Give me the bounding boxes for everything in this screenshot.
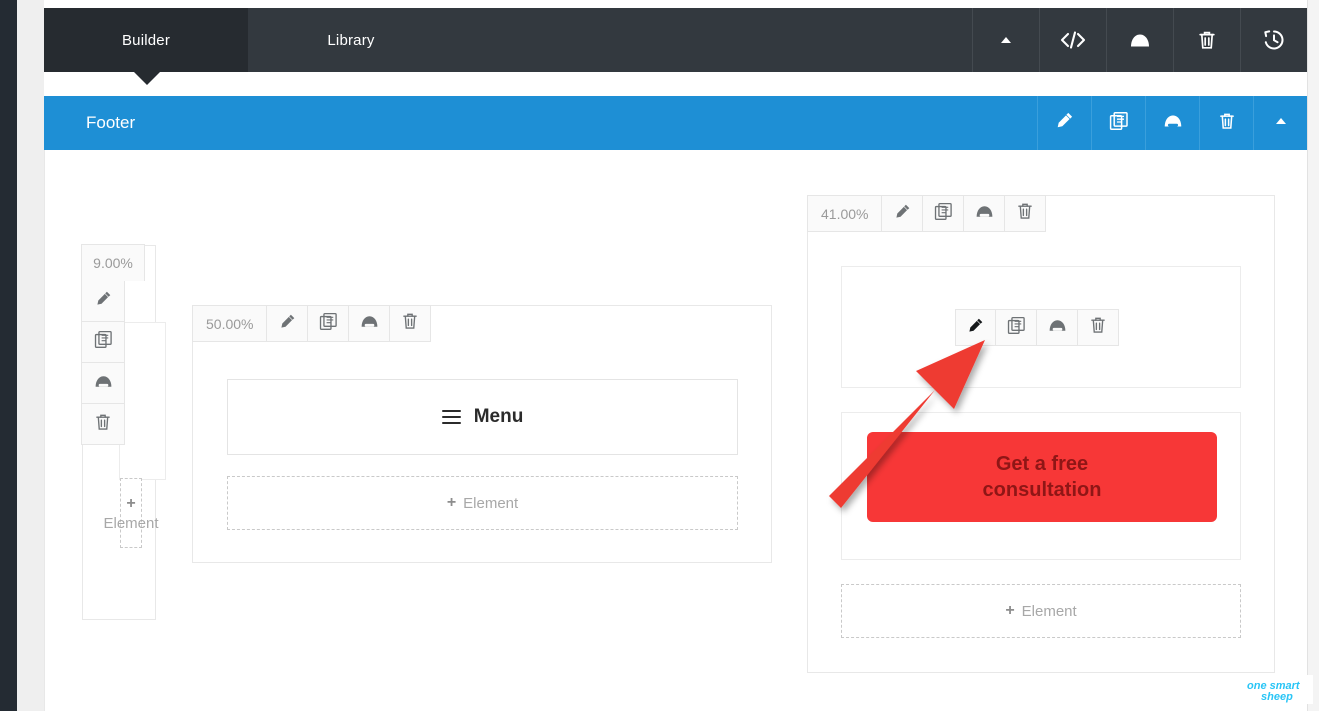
collapse-icon [998, 32, 1014, 48]
trash-icon [401, 311, 419, 336]
column-middle-controls: 50.00% [192, 305, 432, 342]
pencil-icon [894, 203, 911, 225]
section-delete-button[interactable] [1199, 96, 1253, 150]
section-footer-bar: Footer [44, 96, 1307, 150]
column-right-duplicate-button[interactable] [923, 195, 965, 232]
duplicate-icon [94, 330, 113, 354]
app-left-rail [0, 0, 17, 711]
pencil-icon [1055, 111, 1074, 135]
plus-icon: + [1005, 602, 1015, 619]
trash-icon [1016, 201, 1034, 226]
cta-text: Get a free consultation [983, 451, 1102, 503]
column-left-duplicate-button[interactable] [81, 322, 125, 363]
code-icon [1060, 30, 1086, 50]
element-edit-button[interactable] [955, 309, 996, 346]
column-right-add-element[interactable]: + Element [841, 584, 1241, 638]
duplicate-icon [934, 202, 953, 226]
builder-tabbar: Builder Library [44, 8, 1307, 72]
column-left-edit-button[interactable] [81, 281, 125, 322]
collapse-icon [1273, 113, 1289, 134]
column-right-edit-button[interactable] [882, 195, 924, 232]
add-element-label: Element [103, 514, 159, 532]
column-right-save-button[interactable] [964, 195, 1006, 232]
pencil-icon [95, 290, 112, 312]
canvas-left-gutter [17, 0, 44, 711]
column-left-save-button[interactable] [81, 363, 125, 404]
tab-library[interactable]: Library [248, 8, 454, 72]
save-icon [1047, 317, 1068, 338]
trash-icon [1218, 111, 1236, 136]
tab-builder-label: Builder [121, 31, 171, 49]
add-element-label: Element [1021, 602, 1077, 620]
element-duplicate-button[interactable] [996, 309, 1037, 346]
cta-button[interactable]: Get a free consultation [867, 432, 1217, 522]
pencil-icon [279, 313, 296, 335]
delete-button[interactable] [1173, 8, 1240, 72]
hamburger-icon [441, 406, 461, 427]
canvas-right-gutter [1307, 0, 1319, 711]
duplicate-icon [319, 312, 338, 336]
plus-icon: + [446, 494, 457, 511]
section-edit-button[interactable] [1037, 96, 1091, 150]
save-icon [359, 313, 380, 334]
section-duplicate-button[interactable] [1091, 96, 1145, 150]
save-icon [93, 373, 114, 394]
save-icon [974, 203, 995, 224]
trash-icon [1089, 315, 1107, 340]
app-toolbar [972, 8, 1307, 72]
column-middle-save-button[interactable] [349, 305, 391, 342]
cta-line-1: Get a free [995, 453, 1089, 475]
column-middle-delete-button[interactable] [390, 305, 432, 342]
pencil-icon [967, 317, 984, 339]
duplicate-icon [1007, 316, 1026, 340]
active-tab-pointer [134, 72, 160, 85]
menu-element-label: Menu [473, 406, 524, 427]
menu-element[interactable]: Menu [227, 379, 738, 455]
watermark-line-2: sheep [1261, 691, 1293, 703]
column-right-controls: 41.00% [807, 195, 1047, 232]
history-icon [1262, 28, 1286, 52]
right-element-controls [955, 309, 1119, 346]
duplicate-icon [1109, 111, 1129, 136]
source-code-button[interactable] [1039, 8, 1106, 72]
column-left-width-label: 9.00% [81, 244, 145, 281]
builder-screen: Builder Library Footer 9.00% + Element 5… [0, 0, 1319, 711]
column-left-delete-button[interactable] [81, 404, 125, 445]
element-save-button[interactable] [1037, 309, 1078, 346]
column-middle-edit-button[interactable] [267, 305, 309, 342]
trash-icon [94, 412, 112, 437]
column-right-delete-button[interactable] [1005, 195, 1047, 232]
watermark: one smart sheep [1243, 675, 1313, 709]
column-right-width-label: 41.00% [807, 195, 883, 232]
history-button[interactable] [1240, 8, 1307, 72]
section-save-button[interactable] [1145, 96, 1199, 150]
column-middle-duplicate-button[interactable] [308, 305, 350, 342]
element-delete-button[interactable] [1078, 309, 1119, 346]
tab-library-label: Library [327, 31, 375, 49]
save-icon [1162, 112, 1184, 134]
save-button[interactable] [1106, 8, 1173, 72]
section-toolbar [1037, 96, 1307, 150]
plus-icon: + [126, 494, 136, 512]
cta-line-2: consultation [982, 479, 1102, 501]
collapse-button[interactable] [972, 8, 1039, 72]
save-icon [1128, 31, 1152, 49]
column-left-add-element[interactable]: + Element [103, 478, 159, 548]
column-left-controls: 9.00% [81, 244, 145, 445]
column-middle-add-element[interactable]: + Element [227, 476, 738, 530]
section-title: Footer [86, 113, 136, 132]
add-element-label: Element [463, 494, 519, 512]
column-middle-width-label: 50.00% [192, 305, 268, 342]
tab-builder[interactable]: Builder [44, 8, 248, 72]
builder-canvas: 9.00% + Element 50.00% Menu + Element 41… [44, 150, 1307, 711]
trash-icon [1197, 29, 1217, 51]
section-collapse-button[interactable] [1253, 96, 1307, 150]
